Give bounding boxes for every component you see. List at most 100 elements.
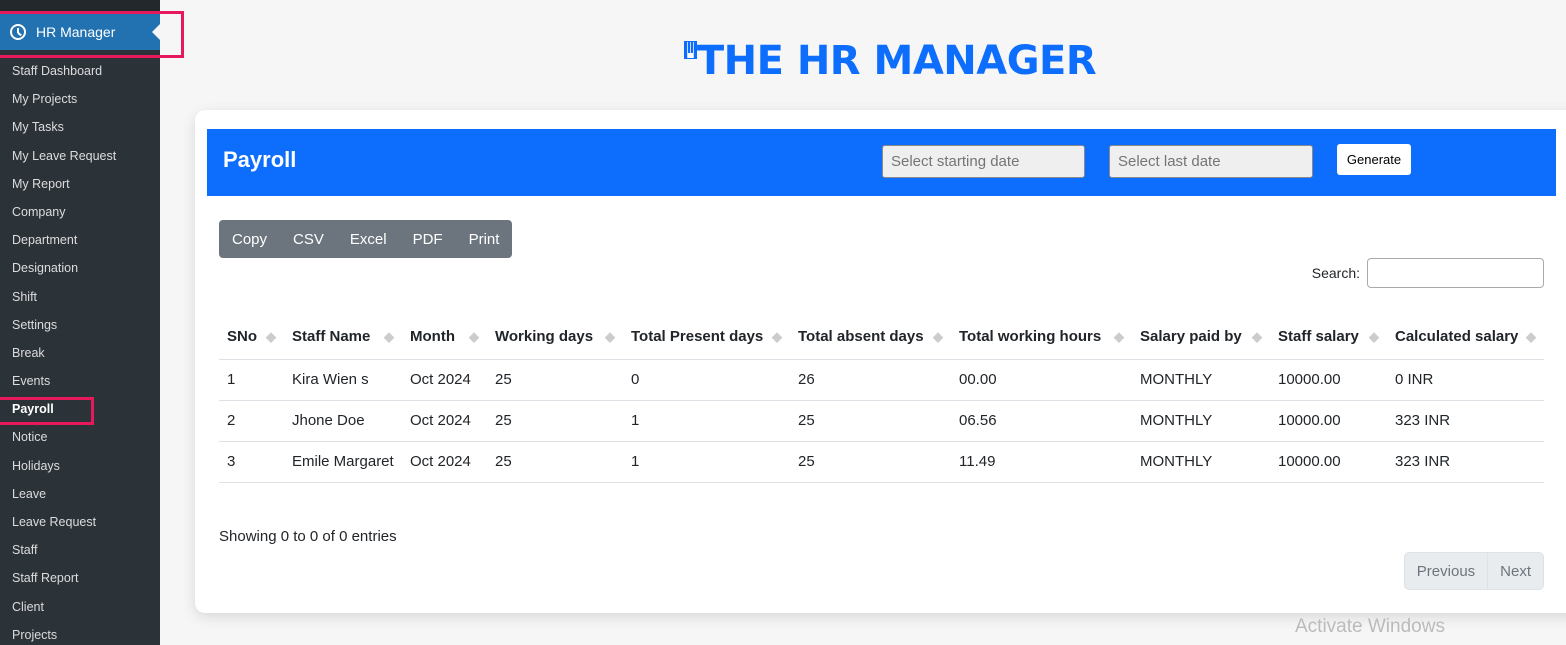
payroll-table: SNo ◆ Staff Name ◆ Month ◆ Working days ◆ Total … (219, 300, 1544, 483)
previous-button[interactable]: Previous (1405, 553, 1487, 589)
table-header-row: SNo ◆ Staff Name ◆ Month ◆ Working days ◆ Total … (219, 300, 1544, 360)
table-cell: MONTHLY (1132, 441, 1270, 483)
start-date-input[interactable] (882, 145, 1085, 178)
sort-icon[interactable]: ◆ (1252, 325, 1262, 349)
sort-icon[interactable]: ◆ (605, 325, 615, 349)
sort-icon[interactable]: ◆ (772, 325, 782, 349)
sidebar-item-events[interactable]: Events (0, 367, 160, 395)
column-header-salary-paid-by[interactable]: Salary paid by ◆ (1132, 300, 1270, 360)
sort-icon[interactable]: ◆ (933, 325, 943, 349)
column-header-sno[interactable]: SNo ◆ (219, 300, 284, 360)
activate-windows-watermark: Activate Windows (1295, 616, 1445, 637)
sidebar-item-staff-report[interactable]: Staff Report (0, 564, 160, 592)
sort-icon[interactable]: ◆ (1114, 325, 1124, 349)
table-cell: Oct 2024 (402, 400, 487, 442)
sidebar-item-client[interactable]: Client (0, 593, 160, 621)
column-header-calculated-salary[interactable]: Calculated salary ◆ (1387, 300, 1544, 360)
table-cell: Oct 2024 (402, 441, 487, 483)
table-cell: 25 (487, 359, 623, 401)
sidebar-item-break[interactable]: Break (0, 339, 160, 367)
table-cell: 25 (790, 400, 951, 442)
table-cell: 3 (219, 441, 284, 483)
sidebar-item-my-projects[interactable]: My Projects (0, 85, 160, 113)
table-body: 1 Kira Wien s Oct 2024 25 0 26 00.00 MONTHLY 100… (219, 359, 1544, 483)
sort-icon[interactable]: ◆ (266, 325, 276, 349)
sidebar-item-department[interactable]: Department (0, 226, 160, 254)
sidebar: HR Manager Staff Dashboard My Projects My … (0, 0, 160, 645)
column-header-total-working-hours[interactable]: Total working hours ◆ (951, 300, 1132, 360)
next-button[interactable]: Next (1487, 553, 1543, 589)
end-date-input[interactable] (1109, 145, 1313, 178)
column-header-working-days[interactable]: Working days ◆ (487, 300, 623, 360)
table-cell: 2 (219, 400, 284, 442)
page-title-text: THE HR MANAGER (696, 38, 1097, 84)
table-cell: 26 (790, 359, 951, 401)
table-cell: 0 INR (1387, 359, 1544, 401)
table-cell: Oct 2024 (402, 359, 487, 401)
search-area: Search: (1312, 258, 1544, 288)
table-row: 3 Emile Margaret Oct 2024 25 1 25 11.49 MONTHLY… (219, 441, 1544, 483)
sidebar-item-holidays[interactable]: Holidays (0, 452, 160, 480)
table-cell: 323 INR (1387, 441, 1544, 483)
export-button-group: Copy CSV Excel PDF Print (219, 220, 513, 258)
print-button[interactable]: Print (456, 220, 513, 258)
column-header-label: Salary paid by (1140, 327, 1242, 345)
table-cell: 1 (623, 441, 790, 483)
card-header: Payroll Generate (207, 129, 1556, 196)
sidebar-item-designation[interactable]: Designation (0, 254, 160, 282)
sidebar-item-shift[interactable]: Shift (0, 283, 160, 311)
pagination: Previous Next (1403, 552, 1544, 590)
sidebar-item-settings[interactable]: Settings (0, 311, 160, 339)
table-info: Showing 0 to 0 of 0 entries (219, 528, 397, 545)
column-header-label: Total Present days (631, 327, 764, 345)
sidebar-item-leave-request[interactable]: Leave Request (0, 508, 160, 536)
sidebar-item-leave[interactable]: Leave (0, 480, 160, 508)
search-input[interactable] (1367, 258, 1544, 288)
table-cell: 10000.00 (1270, 359, 1387, 401)
column-header-staff-salary[interactable]: Staff salary ◆ (1270, 300, 1387, 360)
sidebar-item-company[interactable]: Company (0, 198, 160, 226)
column-header-month[interactable]: Month ◆ (402, 300, 487, 360)
generate-button[interactable]: Generate (1337, 144, 1411, 175)
column-header-staff-name[interactable]: Staff Name ◆ (284, 300, 402, 360)
highlight-box-payroll (0, 397, 94, 425)
table-row: 2 Jhone Doe Oct 2024 25 1 25 06.56 MONTHLY 10000… (219, 400, 1544, 442)
table-cell: 323 INR (1387, 400, 1544, 442)
column-header-label: Month (410, 327, 455, 345)
sort-icon[interactable]: ◆ (1526, 325, 1536, 349)
column-header-label: Total working hours (959, 327, 1102, 345)
pdf-button[interactable]: PDF (400, 220, 456, 258)
sort-icon[interactable]: ◆ (384, 325, 394, 349)
sidebar-item-my-report[interactable]: My Report (0, 170, 160, 198)
sidebar-item-staff[interactable]: Staff (0, 536, 160, 564)
sidebar-item-notice[interactable]: Notice (0, 423, 160, 451)
table-cell: Kira Wien s (284, 359, 402, 401)
payroll-card: Payroll Generate Copy CSV Excel PDF Prin… (195, 110, 1566, 613)
page-title: THE HR MANAGER (180, 38, 1566, 84)
sidebar-menu: Staff Dashboard My Projects My Tasks My Lea… (0, 57, 160, 645)
sidebar-item-my-tasks[interactable]: My Tasks (0, 113, 160, 141)
table-cell: MONTHLY (1132, 359, 1270, 401)
sidebar-item-projects[interactable]: Projects (0, 621, 160, 645)
sidebar-item-my-leave-request[interactable]: My Leave Request (0, 142, 160, 170)
column-header-total-present-days[interactable]: Total Present days ◆ (623, 300, 790, 360)
column-header-label: Working days (495, 327, 594, 345)
table-cell: 10000.00 (1270, 400, 1387, 442)
sort-icon[interactable]: ◆ (1369, 325, 1379, 349)
table-cell: Emile Margaret (284, 441, 402, 483)
table-row: 1 Kira Wien s Oct 2024 25 0 26 00.00 MONTHLY 100… (219, 359, 1544, 401)
sidebar-item-staff-dashboard[interactable]: Staff Dashboard (0, 57, 160, 85)
excel-button[interactable]: Excel (337, 220, 400, 258)
column-header-label: Calculated salary (1395, 327, 1519, 345)
highlight-box-hr-manager (0, 11, 184, 58)
copy-button[interactable]: Copy (219, 220, 280, 258)
sort-icon[interactable]: ◆ (469, 325, 479, 349)
column-header-label: Total absent days (798, 327, 924, 345)
column-header-label: Staff Name (292, 327, 371, 345)
column-header-label: SNo (227, 327, 257, 345)
csv-button[interactable]: CSV (280, 220, 337, 258)
table-cell: 00.00 (951, 359, 1132, 401)
building-icon (683, 41, 697, 59)
column-header-total-absent-days[interactable]: Total absent days ◆ (790, 300, 951, 360)
table-cell: 25 (487, 441, 623, 483)
